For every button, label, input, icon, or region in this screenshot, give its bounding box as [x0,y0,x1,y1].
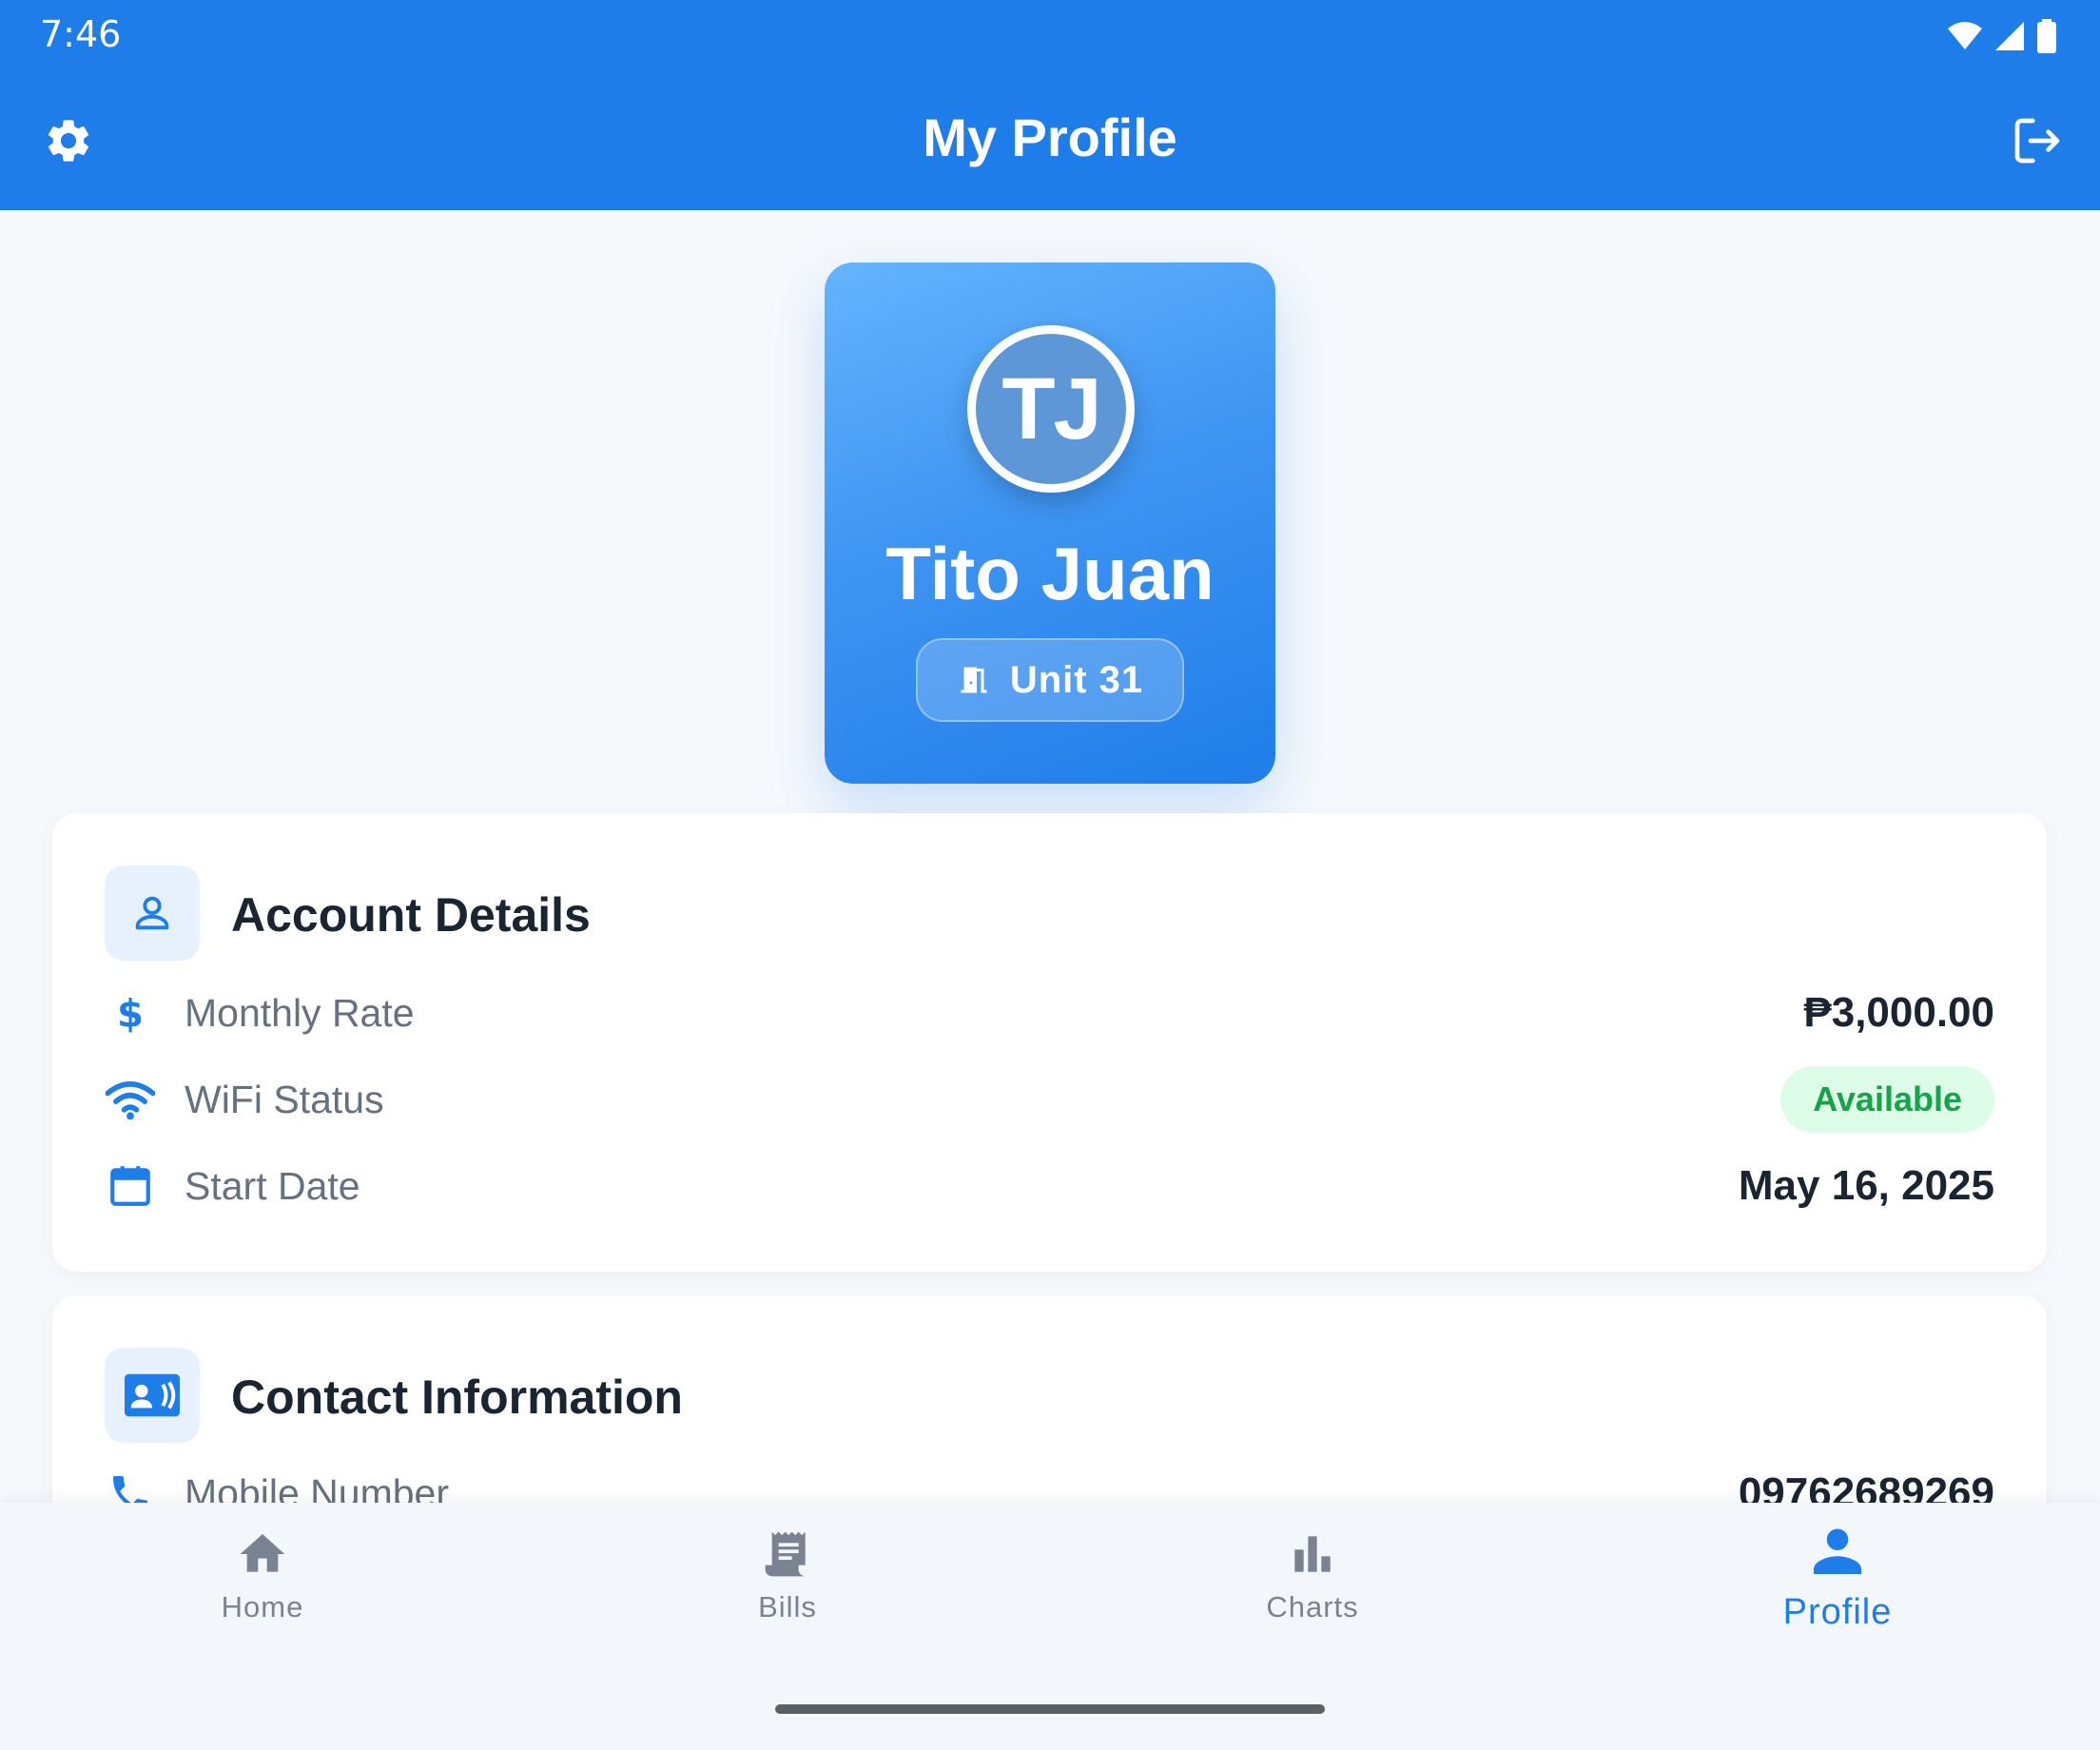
status-badge: Available [1780,1066,1994,1133]
logout-button[interactable] [2007,110,2068,171]
app-root: 7:46 My Profile TJ Tito Juan Unit 31 Acc… [0,0,2100,1750]
profile-name: Tito Juan [885,532,1215,615]
avatar-initials: TJ [1001,360,1101,457]
monthly-rate-label: Monthly Rate [185,990,415,1035]
nav-label-profile: Profile [1782,1592,1893,1632]
page-title: My Profile [923,107,1177,167]
cell-signal-icon [1995,22,2024,50]
top-app-bar: 7:46 My Profile [0,0,2100,210]
start-date-row: Start Date May 16, 2025 [105,1153,1994,1219]
avatar: TJ [967,325,1135,493]
start-date-label: Start Date [185,1163,360,1208]
home-indicator[interactable] [775,1704,1325,1714]
nav-item-bills[interactable]: Bills [645,1527,930,1624]
bar-chart-icon [1294,1536,1331,1572]
door-icon [961,667,987,693]
wifi-status-label: WiFi Status [185,1077,384,1121]
nav-label-charts: Charts [1266,1590,1359,1624]
wifi-icon [105,1074,156,1125]
account-details-title: Account Details [231,888,591,942]
account-details-card: Account Details $ Monthly Rate ₱3,000.00… [52,813,2047,1272]
monthly-rate-row: $ Monthly Rate ₱3,000.00 [105,980,1994,1046]
battery-icon [2037,19,2056,53]
status-time: 7:46 [40,13,122,55]
nav-label-bills: Bills [758,1590,817,1624]
nav-item-profile[interactable]: Profile [1695,1522,1980,1633]
account-header-icon-box [105,865,200,961]
profile-card: TJ Tito Juan Unit 31 [825,262,1275,784]
wifi-signal-icon [1948,22,1982,49]
nav-item-home[interactable]: Home [120,1527,405,1624]
logout-icon [2014,118,2060,164]
nav-label-home: Home [221,1590,304,1624]
home-icon [240,1534,285,1572]
contact-card-icon [125,1373,180,1417]
monthly-rate-value: ₱3,000.00 [1803,989,1994,1036]
receipt-icon [765,1531,806,1577]
start-date-value: May 16, 2025 [1738,1162,1994,1209]
wifi-status-row: WiFi Status Available [105,1066,1994,1133]
unit-badge: Unit 31 [916,638,1184,722]
dollar-icon: $ [105,987,156,1039]
contact-header-icon-box [105,1348,200,1443]
nav-item-charts[interactable]: Charts [1170,1527,1455,1624]
person-outline-icon [135,896,169,930]
person-icon [1814,1528,1861,1574]
status-icons [1946,19,2058,53]
unit-label: Unit 31 [1009,658,1144,701]
calendar-icon [105,1160,156,1212]
contact-information-title: Contact Information [231,1371,683,1424]
svg-text:$: $ [117,992,144,1037]
